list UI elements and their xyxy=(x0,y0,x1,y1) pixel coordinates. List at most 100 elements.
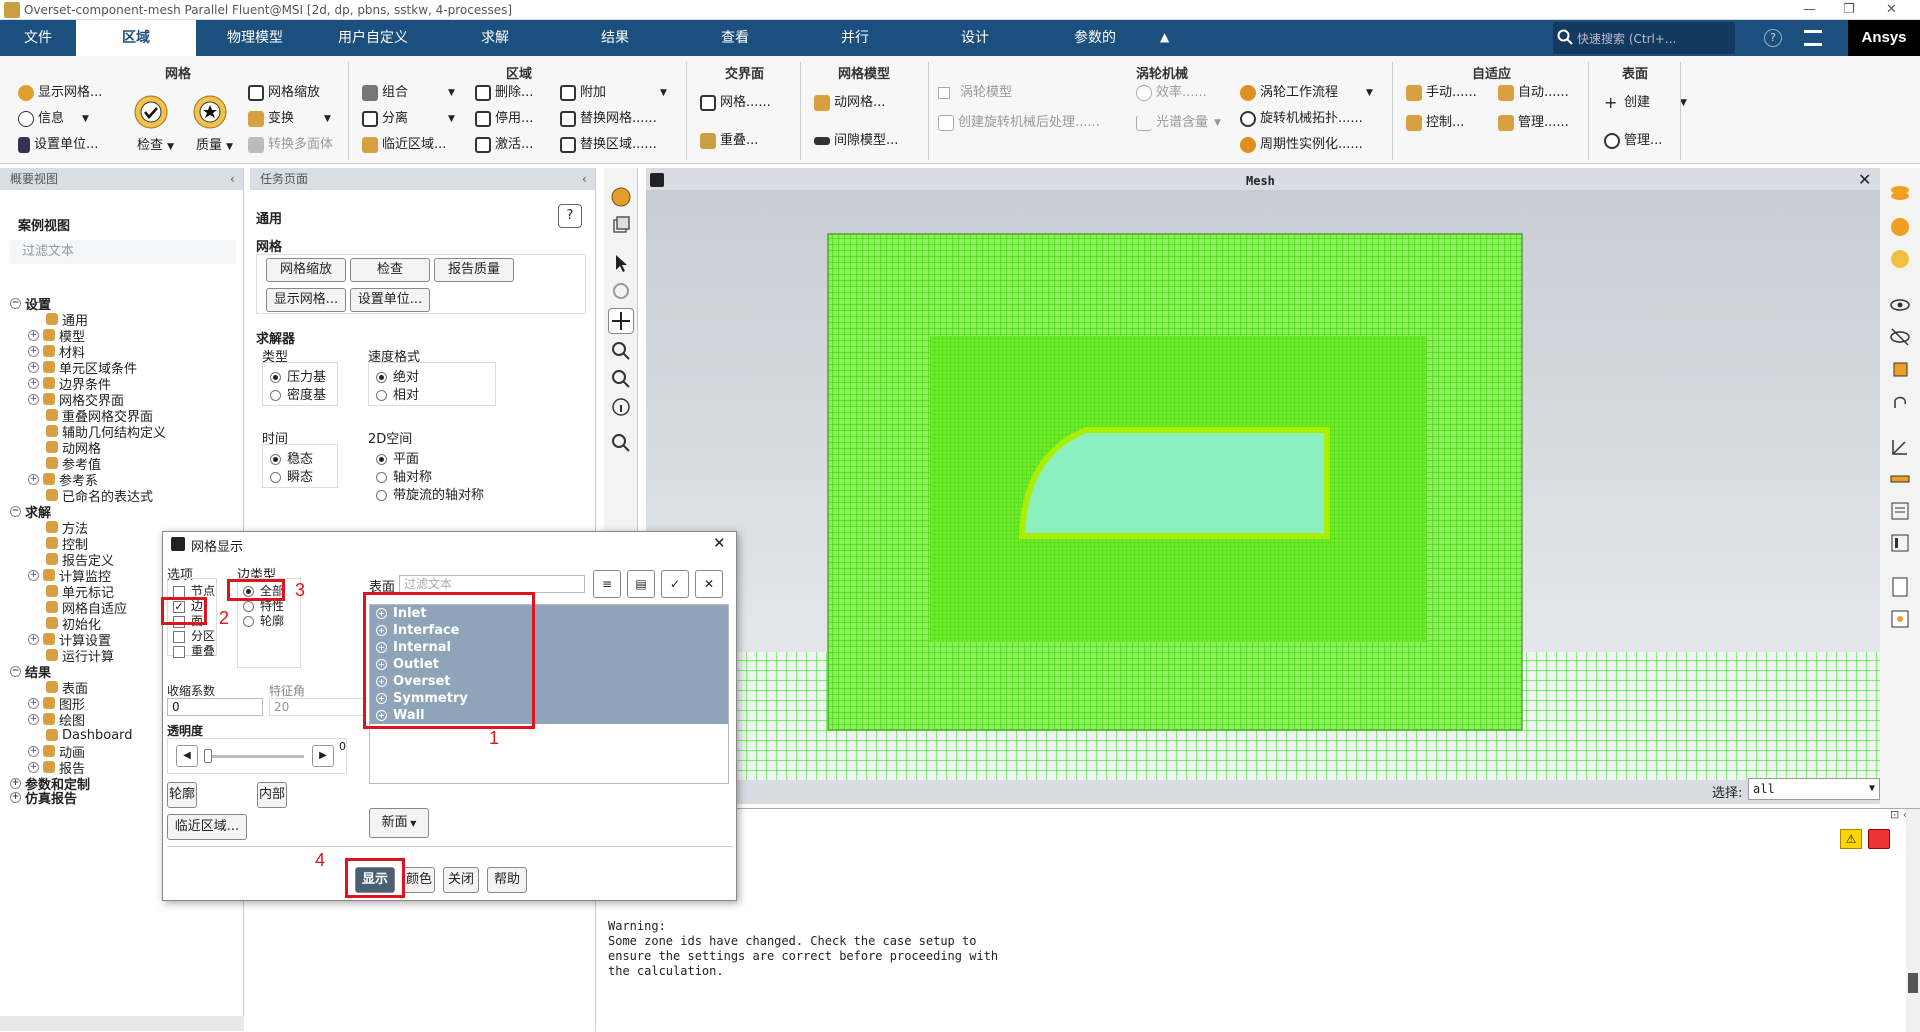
dialog-close-icon[interactable]: ✕ xyxy=(713,534,726,552)
expand-icon[interactable]: + xyxy=(28,697,39,709)
expand-icon[interactable]: + xyxy=(28,745,39,757)
combine-button[interactable]: 组合 ▼ xyxy=(362,82,455,104)
minimize-button[interactable]: — xyxy=(1803,2,1816,17)
relative-velocity-radio[interactable]: 相对 xyxy=(376,384,419,403)
turbo-model-checkbox[interactable]: 涡轮模型 xyxy=(938,82,1012,104)
close-button[interactable]: 关闭 xyxy=(443,867,479,893)
transient-radio[interactable]: 瞬态 xyxy=(270,466,313,485)
check-button[interactable]: 检查 ▼ xyxy=(133,94,174,153)
set-units-button[interactable]: 设置单位... xyxy=(18,134,98,156)
info-button[interactable]: 信息 ▼ xyxy=(18,108,89,130)
manual-adapt-button[interactable]: 手动...... xyxy=(1406,82,1477,104)
hide-icon[interactable] xyxy=(1887,324,1913,350)
separate-button[interactable]: 分离 ▼ xyxy=(362,108,455,130)
surface-filter-input[interactable]: 过滤文本 xyxy=(399,575,585,593)
expand-icon[interactable]: + xyxy=(28,377,39,389)
turbo-topology-button[interactable]: 旋转机械拓扑...... xyxy=(1240,108,1363,130)
tree-item[interactable]: 已命名的表达式 xyxy=(46,486,153,505)
density-based-radio[interactable]: 密度基 xyxy=(270,384,326,403)
option-checkbox[interactable]: 节点 xyxy=(173,582,215,598)
collapse-ribbon-icon[interactable]: ▲ xyxy=(1160,30,1169,44)
tab-domain[interactable]: 区域 xyxy=(76,20,196,56)
edge-type-radio[interactable]: 轮廓 xyxy=(243,612,284,628)
replace-mesh-button[interactable]: 替换网格...... xyxy=(560,108,657,130)
absolute-velocity-radio[interactable]: 绝对 xyxy=(376,366,419,385)
ruler-icon[interactable] xyxy=(1887,466,1913,492)
manage-surface-button[interactable]: 管理... xyxy=(1604,130,1662,152)
rotate-tool-icon[interactable] xyxy=(608,278,634,304)
zoom-tool-icon[interactable] xyxy=(608,366,634,392)
adjacent-zones-button[interactable]: 临近区域... xyxy=(167,814,247,840)
steady-radio[interactable]: 稳态 xyxy=(270,448,313,467)
stop-icon[interactable] xyxy=(1868,829,1890,849)
tab-parallel[interactable]: 并行 xyxy=(796,20,914,56)
help-button[interactable]: 帮助 xyxy=(487,867,527,893)
feature-angle-input[interactable]: 20 xyxy=(269,698,365,716)
adapt-manage-button[interactable]: 管理...... xyxy=(1498,112,1569,134)
expand-icon[interactable]: + xyxy=(28,569,39,581)
spectral-content-button[interactable]: 光谱含量 ▼ xyxy=(1136,112,1221,134)
interior-button[interactable]: 内部 xyxy=(257,782,287,808)
dynamic-mesh-button[interactable]: 动网格... xyxy=(814,92,885,114)
efficiency-button[interactable]: 效率...... xyxy=(1136,82,1207,104)
quick-search[interactable]: 快速搜索 (Ctrl+... xyxy=(1553,22,1735,54)
expand-icon[interactable]: + xyxy=(28,713,39,725)
eye-icon[interactable] xyxy=(1887,292,1913,318)
graphics-window[interactable]: Mesh ✕ 选择: all ▼ xyxy=(646,168,1880,804)
axisymmetric-radio[interactable]: 轴对称 xyxy=(376,466,432,485)
tree-item[interactable]: − 求解 xyxy=(10,502,51,521)
console-options-icon[interactable]: ⊡ ‹ xyxy=(1890,808,1907,821)
turbo-workflow-button[interactable]: 涡轮工作流程 ▼ xyxy=(1240,82,1373,104)
task-set-units-button[interactable]: 设置单位... xyxy=(350,288,430,312)
option-checkbox[interactable]: 分区 xyxy=(173,627,215,643)
tree-item[interactable]: − 结果 xyxy=(10,662,51,681)
select-all-icon[interactable]: ✓ xyxy=(661,570,689,598)
collapse-task-icon[interactable]: ‹ xyxy=(582,168,587,190)
overset-button[interactable]: 重叠... xyxy=(700,130,758,152)
surface-group-icon[interactable]: ▤ xyxy=(627,570,655,598)
create-surface-button[interactable]: + 创建 ▼ xyxy=(1604,92,1687,114)
gap-model-button[interactable]: 间隙模型... xyxy=(814,130,898,152)
auto-adapt-button[interactable]: 自动...... xyxy=(1498,82,1569,104)
page-icon[interactable] xyxy=(1887,574,1913,600)
slider-thumb[interactable] xyxy=(204,749,212,763)
help-icon[interactable]: ? xyxy=(1764,29,1782,47)
new-surface-button[interactable]: 新面 ▼ xyxy=(369,808,429,838)
outline-scrollbar[interactable] xyxy=(0,1016,244,1031)
task-check-button[interactable]: 检查 xyxy=(350,258,430,282)
pressure-based-radio[interactable]: 压力基 xyxy=(270,366,326,385)
pan-tool-icon[interactable] xyxy=(608,308,634,334)
mesh-scale-button[interactable]: 网格缩放 xyxy=(248,82,320,104)
outline-button[interactable]: 轮廓 xyxy=(167,782,197,808)
tab-solution[interactable]: 求解 xyxy=(436,20,554,56)
slider-left-icon[interactable]: ◀ xyxy=(176,745,198,767)
task-help-icon[interactable]: ? xyxy=(558,204,582,228)
option-checkbox[interactable]: 重叠 xyxy=(173,642,215,658)
snapshot-icon[interactable] xyxy=(1887,606,1913,632)
legend-icon[interactable] xyxy=(1887,530,1913,556)
selection-dropdown[interactable]: all ▼ xyxy=(1748,778,1880,800)
annotate-icon[interactable] xyxy=(1887,498,1913,524)
tab-view[interactable]: 查看 xyxy=(676,20,794,56)
display-mesh-button[interactable]: 显示网格... xyxy=(18,82,102,104)
append-button[interactable]: 附加 ▼ xyxy=(560,82,667,104)
console-scrollbar[interactable] xyxy=(1906,809,1920,1032)
create-turbo-post-button[interactable]: 创建旋转机械后处理...... xyxy=(938,112,1100,134)
quality-button[interactable]: 质量 ▼ xyxy=(192,94,233,153)
mesh-display-tool-icon[interactable] xyxy=(608,184,634,210)
expand-icon[interactable]: + xyxy=(28,361,39,373)
task-report-quality-button[interactable]: 报告质量 xyxy=(434,258,514,282)
planar-radio[interactable]: 平面 xyxy=(376,448,419,467)
console-panel[interactable]: ⊡ ‹ ⚠ ponentaces,Warning:Some zone ids h… xyxy=(600,808,1920,1032)
deselect-all-icon[interactable]: ✕ xyxy=(695,570,723,598)
expand-icon[interactable]: + xyxy=(10,777,21,789)
expand-icon[interactable]: + xyxy=(28,393,39,405)
fit-view-tool-icon[interactable] xyxy=(608,430,634,456)
tab-results[interactable]: 结果 xyxy=(556,20,674,56)
pointer-tool-icon[interactable] xyxy=(608,250,634,276)
expand-icon[interactable]: + xyxy=(10,791,21,803)
expand-icon[interactable]: + xyxy=(28,473,39,485)
maximize-button[interactable]: ❐ xyxy=(1843,2,1855,17)
convert-polyhedra-button[interactable]: 转换多面体 xyxy=(248,134,333,156)
adjacency-button[interactable]: 临近区域... xyxy=(362,134,446,156)
